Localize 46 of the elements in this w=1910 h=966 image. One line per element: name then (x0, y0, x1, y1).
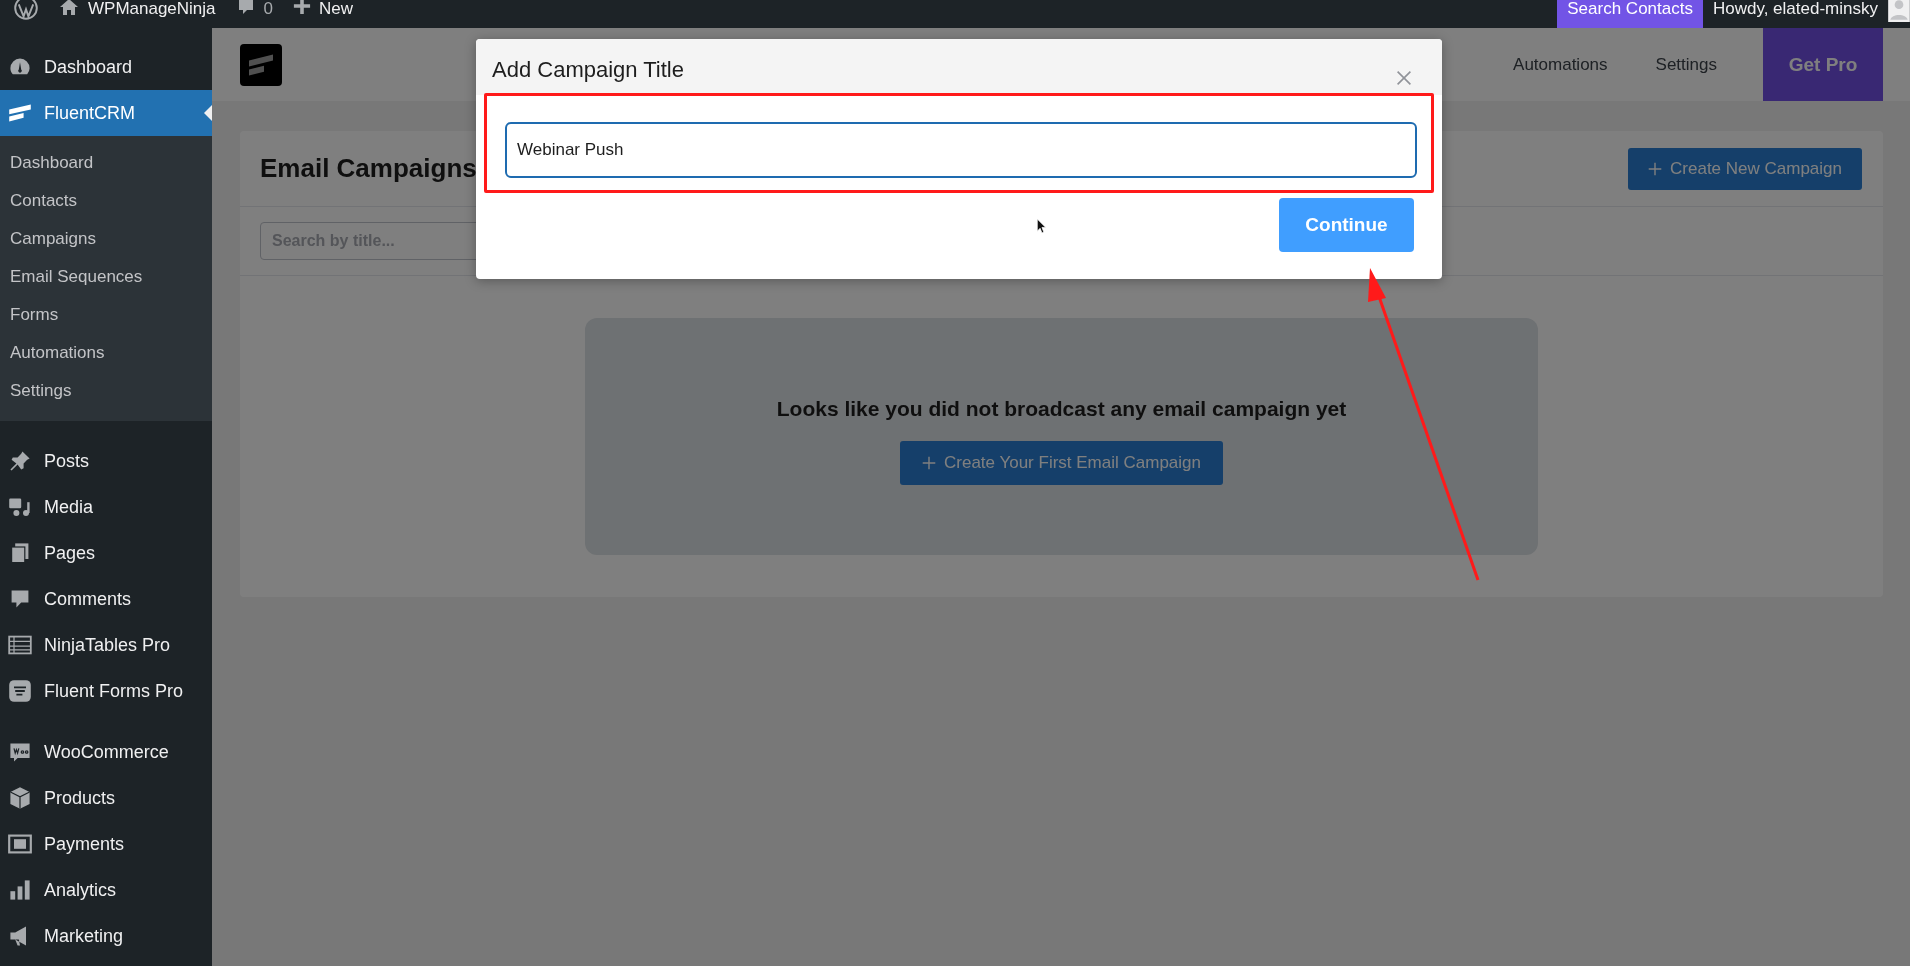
wordpress-logo-icon (14, 0, 38, 20)
new-link[interactable]: New (283, 0, 364, 28)
menu-item[interactable]: Dashboard (0, 44, 212, 90)
submenu-item[interactable]: Dashboard (0, 144, 212, 182)
submenu-item[interactable]: Settings (0, 372, 212, 410)
pin-icon (8, 449, 32, 473)
menu-item[interactable]: NinjaTables Pro (0, 622, 212, 668)
form-icon (8, 679, 32, 703)
menu-item[interactable]: Posts (0, 438, 212, 484)
box-icon (8, 786, 32, 810)
table-icon (8, 633, 32, 657)
plus-icon (1648, 161, 1663, 176)
menu-item[interactable]: Fluent Forms Pro (0, 668, 212, 714)
campaign-title-field[interactable]: Webinar Push (505, 122, 1417, 178)
menu-item[interactable]: Pages (0, 530, 212, 576)
bar-chart-icon (8, 878, 32, 902)
close-icon (1396, 70, 1412, 86)
menu-item[interactable]: Comments (0, 576, 212, 622)
plus-icon (293, 0, 312, 15)
avatar-icon (1888, 0, 1910, 22)
account-link[interactable]: Howdy, elated-minsky (1702, 0, 1888, 28)
nav-tab[interactable]: Automations (1489, 54, 1632, 75)
empty-message: Looks like you did not broadcast any email campaign yet (776, 396, 1347, 421)
menu-item[interactable]: Products (0, 775, 212, 821)
submenu-item[interactable]: Campaigns (0, 220, 212, 258)
search-contacts-button[interactable]: Search Contacts (1557, 0, 1703, 28)
submenu-item[interactable]: Email Sequences (0, 258, 212, 296)
app-logo-icon (240, 43, 282, 86)
menu-item[interactable]: Media (0, 484, 212, 530)
plus-icon (922, 455, 936, 470)
close-button[interactable] (1396, 70, 1412, 86)
submenu-item[interactable]: Contacts (0, 182, 212, 220)
submenu-item[interactable]: Forms (0, 296, 212, 334)
menu-item[interactable]: WooCommerce (0, 729, 212, 775)
menu-item[interactable]: FluentCRM (0, 90, 212, 136)
menu-item[interactable]: Analytics (0, 867, 212, 913)
home-icon (58, 0, 80, 17)
submenu-item[interactable]: Automations (0, 334, 212, 372)
menu-item[interactable]: Marketing (0, 913, 212, 959)
dialog-title: Add Campaign Title (492, 56, 684, 83)
site-link[interactable]: WPManageNinja (48, 0, 226, 28)
cursor-icon (1036, 218, 1047, 234)
page-title: Email Campaigns (260, 153, 477, 184)
comments-link[interactable]: 0 (225, 0, 284, 28)
menu-item[interactable]: Payments (0, 821, 212, 867)
nav-tab[interactable]: Settings (1631, 54, 1741, 75)
